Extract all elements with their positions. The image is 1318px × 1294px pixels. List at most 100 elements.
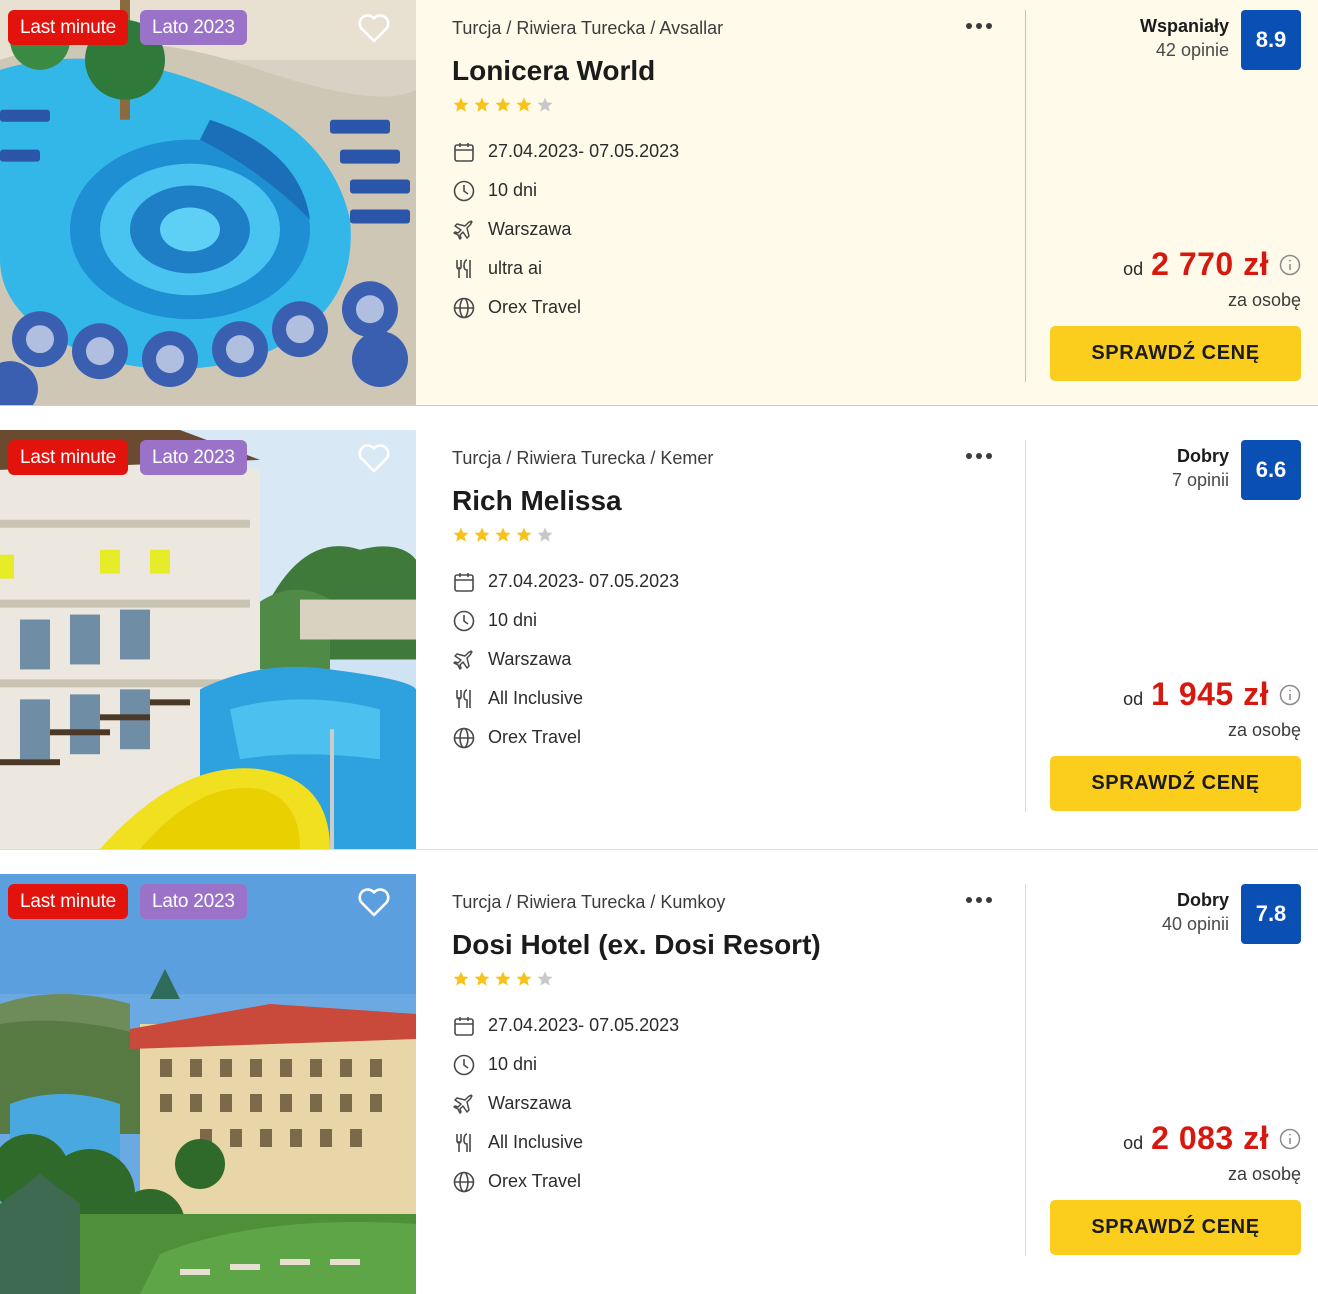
more-dots-icon[interactable] (966, 18, 998, 34)
hotel-card[interactable]: Last minute Lato 2023 Turcja / Riwiera T… (0, 430, 1318, 850)
review-rating[interactable]: Dobry 7 opinii 6.6 (1172, 440, 1301, 500)
clock-icon (452, 1053, 476, 1077)
hotel-photo[interactable]: Last minute Lato 2023 (0, 430, 416, 849)
last-minute-badge: Last minute (8, 440, 129, 475)
duration-value: 10 dni (488, 1054, 538, 1074)
plane-icon (452, 218, 476, 242)
favorite-heart-icon[interactable] (356, 10, 392, 46)
departure-value: Warszawa (488, 649, 572, 669)
hotel-name[interactable]: Rich Melissa (452, 484, 1026, 518)
detail-dates: 27.04.2023- 07.05.2023 (452, 1006, 1026, 1045)
clock-icon (452, 609, 476, 633)
star-filled-icon (516, 527, 532, 542)
rating-word: Dobry (1176, 446, 1229, 466)
score-badge: 8.9 (1241, 10, 1301, 70)
badge-group: Last minute Lato 2023 (8, 884, 247, 919)
pool-resort-image (0, 0, 416, 405)
location-breadcrumb[interactable]: Turcja / Riwiera Turecka / Kemer (452, 444, 1026, 472)
price-block: od 1 945 zł (1123, 676, 1301, 713)
last-minute-badge: Last minute (8, 884, 129, 919)
season-badge: Lato 2023 (140, 10, 247, 45)
price-prefix: od (1123, 1133, 1144, 1153)
price-amount: 2 770 zł (1151, 246, 1269, 282)
plane-icon (452, 1092, 476, 1116)
cutlery-icon (452, 1131, 476, 1155)
price-column: Wspaniały 42 opinie 8.9 od 2 770 zł za o… (1026, 0, 1318, 405)
clock-icon (452, 179, 476, 203)
detail-operator: Orex Travel (452, 288, 1026, 327)
detail-duration: 10 dni (452, 601, 1026, 640)
price-note: za osobę (1227, 720, 1301, 740)
hotel-info: Turcja / Riwiera Turecka / Kumkoy Dosi H… (416, 874, 1026, 1294)
offer-details: 27.04.2023- 07.05.2023 10 dni Warszawa u… (452, 132, 1026, 327)
detail-dates: 27.04.2023- 07.05.2023 (452, 132, 1026, 171)
star-empty-icon (537, 971, 553, 986)
location-breadcrumb[interactable]: Turcja / Riwiera Turecka / Avsallar (452, 14, 1026, 42)
hotel-card[interactable]: Last minute Lato 2023 Turcja / Riwiera T… (0, 0, 1318, 406)
offer-details: 27.04.2023- 07.05.2023 10 dni Warszawa A… (452, 562, 1026, 757)
price-note: za osobę (1227, 290, 1301, 310)
globe-icon (452, 726, 476, 750)
season-badge: Lato 2023 (140, 440, 247, 475)
detail-departure: Warszawa (452, 210, 1026, 249)
star-filled-icon (453, 527, 469, 542)
badge-group: Last minute Lato 2023 (8, 440, 247, 475)
star-filled-icon (453, 971, 469, 986)
duration-value: 10 dni (488, 610, 538, 630)
dates-value: 27.04.2023- 07.05.2023 (488, 571, 680, 591)
dates-value: 27.04.2023- 07.05.2023 (488, 141, 680, 161)
info-icon[interactable] (1279, 1128, 1301, 1150)
board-value: All Inclusive (488, 688, 584, 708)
favorite-heart-icon[interactable] (356, 440, 392, 476)
hotel-photo[interactable]: Last minute Lato 2023 (0, 874, 416, 1294)
star-filled-icon (453, 97, 469, 112)
detail-departure: Warszawa (452, 1084, 1026, 1123)
check-price-button[interactable]: SPRAWDŹ CENĘ (1050, 1200, 1301, 1255)
last-minute-badge: Last minute (8, 10, 129, 45)
star-filled-icon (474, 97, 490, 112)
hotel-pool-slide-image (0, 430, 416, 849)
star-rating (452, 970, 1026, 988)
duration-value: 10 dni (488, 180, 538, 200)
info-icon[interactable] (1279, 684, 1301, 706)
location-breadcrumb[interactable]: Turcja / Riwiera Turecka / Kumkoy (452, 888, 1026, 916)
star-filled-icon (474, 527, 490, 542)
globe-icon (452, 1170, 476, 1194)
price-amount: 2 083 zł (1151, 1120, 1269, 1156)
review-rating[interactable]: Dobry 40 opinii 7.8 (1162, 884, 1301, 944)
hotel-name[interactable]: Dosi Hotel (ex. Dosi Resort) (452, 928, 1026, 962)
price-prefix: od (1123, 689, 1144, 709)
info-icon[interactable] (1279, 254, 1301, 276)
offer-details: 27.04.2023- 07.05.2023 10 dni Warszawa A… (452, 1006, 1026, 1201)
detail-board: All Inclusive (452, 1123, 1026, 1162)
rating-word: Dobry (1176, 890, 1229, 910)
favorite-heart-icon[interactable] (356, 884, 392, 920)
departure-value: Warszawa (488, 1093, 572, 1113)
plane-icon (452, 648, 476, 672)
calendar-icon (452, 140, 476, 164)
detail-duration: 10 dni (452, 1045, 1026, 1084)
hotel-building-garden-image (0, 874, 416, 1294)
star-rating (452, 526, 1026, 544)
detail-operator: Orex Travel (452, 718, 1026, 757)
hotel-photo[interactable]: Last minute Lato 2023 (0, 0, 416, 405)
star-filled-icon (474, 971, 490, 986)
check-price-button[interactable]: SPRAWDŹ CENĘ (1050, 326, 1301, 381)
rating-count: 7 opinii (1171, 470, 1229, 490)
detail-operator: Orex Travel (452, 1162, 1026, 1201)
star-filled-icon (495, 971, 511, 986)
detail-duration: 10 dni (452, 171, 1026, 210)
hotel-info: Turcja / Riwiera Turecka / Avsallar Loni… (416, 0, 1026, 405)
cutlery-icon (452, 257, 476, 281)
price-block: od 2 083 zł (1123, 1120, 1301, 1157)
price-prefix: od (1123, 259, 1144, 279)
price-amount: 1 945 zł (1151, 676, 1269, 712)
more-dots-icon[interactable] (966, 448, 998, 464)
more-dots-icon[interactable] (966, 892, 998, 908)
review-rating[interactable]: Wspaniały 42 opinie 8.9 (1140, 10, 1301, 70)
detail-board: ultra ai (452, 249, 1026, 288)
check-price-button[interactable]: SPRAWDŹ CENĘ (1050, 756, 1301, 811)
hotel-card[interactable]: Last minute Lato 2023 Turcja / Riwiera T… (0, 874, 1318, 1294)
hotel-name[interactable]: Lonicera World (452, 54, 1026, 88)
price-note: za osobę (1227, 1164, 1301, 1184)
